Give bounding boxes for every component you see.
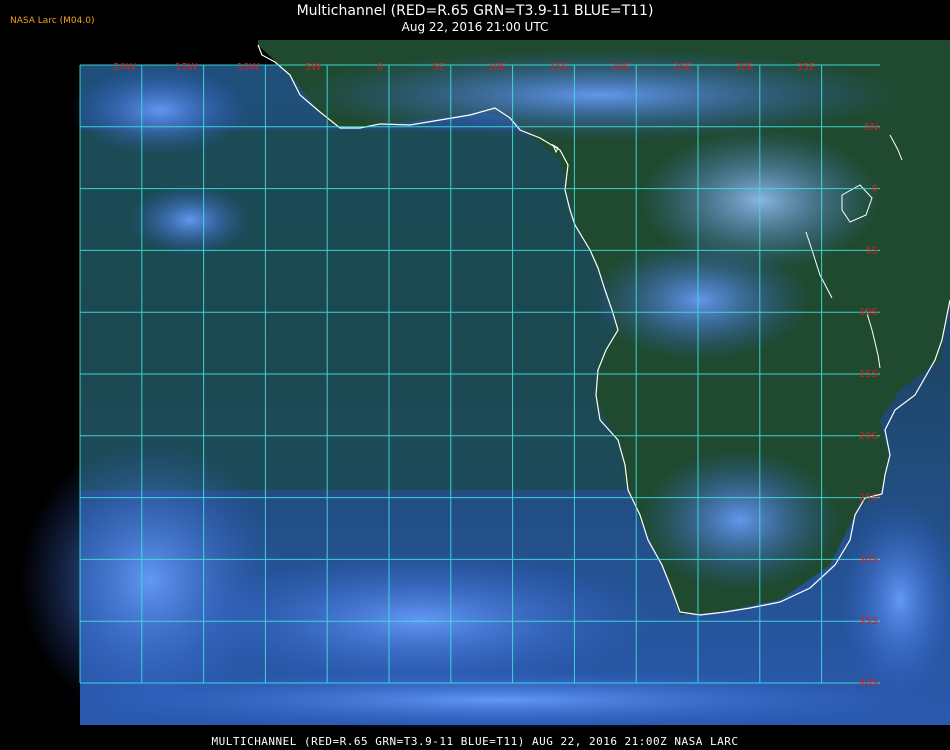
source-label: NASA Larc (M04.0) [10, 16, 95, 26]
longitude-label: 5W [305, 62, 321, 73]
satellite-image-frame: 20W 15W 10W 5W 0 5E 10E 15E 20E 25E 30E 35E 5N 0 5S 10… [0, 0, 950, 750]
longitude-label: 30E [735, 62, 754, 73]
cloud-east-atlantic [130, 185, 250, 255]
cloud-south-edge [60, 670, 940, 730]
longitude-label: 15E [549, 62, 568, 73]
image-datetime: Aug 22, 2016 21:00 UTC [401, 20, 549, 34]
longitude-label: 10W [237, 62, 260, 73]
cloud-west-atlantic [70, 65, 250, 155]
longitude-label: 35E [797, 62, 816, 73]
latitude-label: 5S [865, 245, 878, 256]
latitude-label: 30S [859, 554, 878, 565]
latitude-label: 10S [859, 307, 878, 318]
satellite-map: 20W 15W 10W 5W 0 5E 10E 15E 20E 25E 30E 35E 5N 0 5S 10… [20, 40, 950, 730]
longitude-label: 20E [611, 62, 630, 73]
cloud-south-africa [640, 450, 840, 590]
longitude-label: 20W [113, 62, 136, 73]
latitude-label: 20S [859, 431, 878, 442]
footer-caption: MULTICHANNEL (RED=R.65 GRN=T3.9-11 BLUE=… [211, 735, 739, 748]
longitude-label: 15W [175, 62, 198, 73]
longitude-label: 0 [377, 62, 383, 73]
latitude-label: 15S [859, 369, 878, 380]
latitude-label: 35S [859, 616, 878, 627]
cloud-south-atlantic-band [180, 550, 660, 690]
latitude-label: 25S [859, 493, 878, 504]
image-title: Multichannel (RED=R.65 GRN=T3.9-11 BLUE=… [296, 3, 654, 19]
longitude-label: 25E [673, 62, 692, 73]
cloud-central-africa-2 [590, 240, 810, 360]
longitude-label: 10E [488, 62, 507, 73]
longitude-label: 5E [432, 62, 445, 73]
latitude-label: 0 [872, 184, 878, 195]
latitude-label: 40S [859, 678, 878, 689]
latitude-label: 5N [864, 122, 878, 133]
